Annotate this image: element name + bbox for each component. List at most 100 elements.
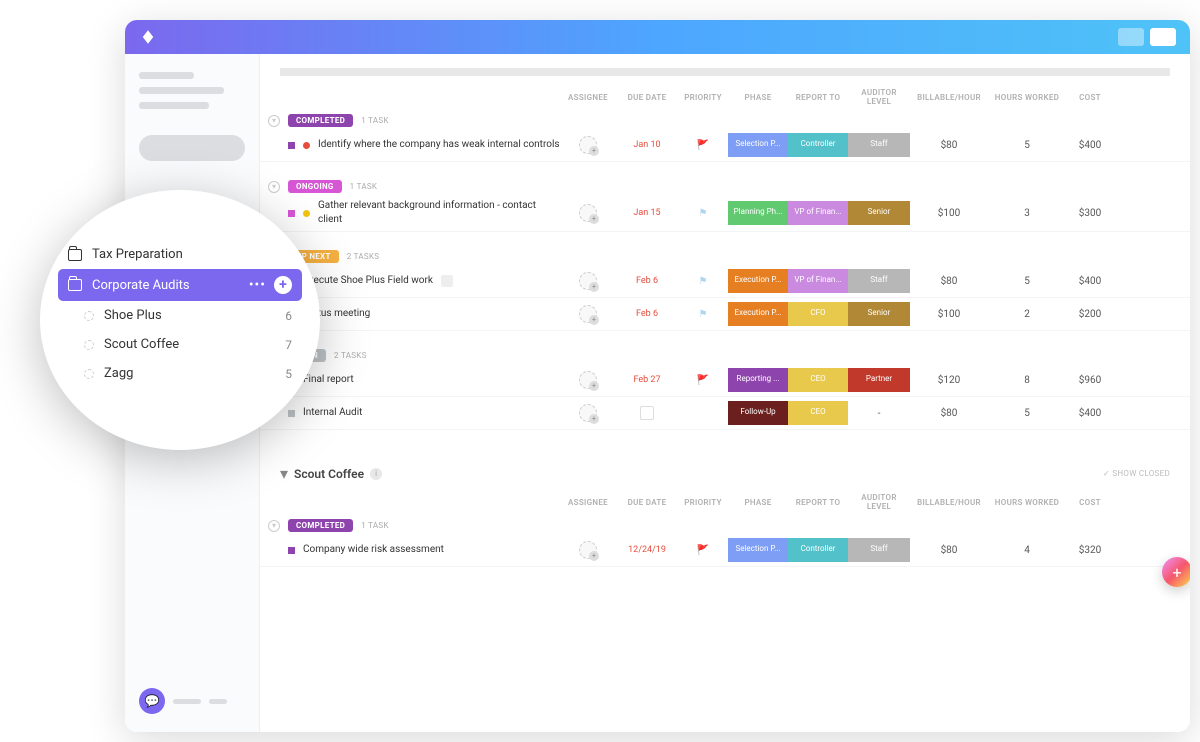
task-name: Identify where the company has weak inte… [318, 138, 560, 152]
sidebar-search-input[interactable] [139, 135, 245, 161]
task-row[interactable]: Company wide risk assessment 12/24/19 🚩 … [260, 534, 1190, 567]
nav-label: Scout Coffee [104, 337, 179, 352]
nav-label: Shoe Plus [104, 308, 162, 323]
hours-cell: 2 [988, 309, 1066, 320]
rate-cell: $80 [910, 408, 988, 419]
phase-tag[interactable]: Execution P... [728, 302, 788, 326]
auditor-tag[interactable]: Staff [848, 538, 910, 562]
assignee-cell[interactable] [560, 204, 616, 222]
due-date[interactable]: Feb 27 [616, 375, 678, 385]
auditor-tag[interactable]: Staff [848, 269, 910, 293]
list-nav-item[interactable]: Zagg5 [58, 359, 302, 388]
report-tag[interactable]: CEO [788, 368, 848, 392]
cost-cell: $320 [1066, 545, 1114, 556]
task-name: Execute Shoe Plus Field work [303, 274, 433, 288]
cost-cell: $200 [1066, 309, 1114, 320]
assignee-avatar-icon[interactable] [579, 136, 597, 154]
folder-nav-item[interactable]: Corporate Audits ••• + [58, 269, 302, 301]
auditor-tag[interactable]: Senior [848, 201, 910, 225]
task-row[interactable]: Identify where the company has weak inte… [260, 129, 1190, 162]
phase-tag[interactable]: Selection P... [728, 538, 788, 562]
auditor-tag[interactable]: Senior [848, 302, 910, 326]
report-tag[interactable]: VP of Finan... [788, 201, 848, 225]
rate-cell: $120 [910, 375, 988, 386]
nav-label: Corporate Audits [92, 278, 190, 293]
task-row[interactable]: Internal Audit Follow-Up CEO - $80 5 $40… [260, 397, 1190, 430]
cost-cell: $400 [1066, 140, 1114, 151]
priority-flag-icon[interactable]: ⚑ [678, 276, 728, 287]
priority-flag-icon[interactable]: 🚩 [678, 375, 728, 386]
cost-cell: $400 [1066, 276, 1114, 287]
sidebar-placeholder [139, 72, 194, 79]
create-fab-button[interactable]: + [1162, 557, 1190, 587]
task-row[interactable]: Execute Shoe Plus Field work Feb 6 ⚑ Exe… [260, 265, 1190, 298]
phase-tag[interactable]: Follow-Up [728, 401, 788, 425]
priority-flag-icon[interactable]: ⚑ [678, 309, 728, 320]
subtask-icon[interactable] [441, 275, 453, 287]
priority-flag-icon[interactable]: ⚑ [678, 208, 728, 219]
list-nav-item[interactable]: Scout Coffee 7 [58, 330, 302, 359]
assignee-avatar-icon[interactable] [579, 404, 597, 422]
auditor-tag[interactable]: Partner [848, 368, 910, 392]
assignee-cell[interactable] [560, 371, 616, 389]
assignee-cell[interactable] [560, 305, 616, 323]
hours-cell: 5 [988, 140, 1066, 151]
report-tag[interactable]: VP of Finan... [788, 269, 848, 293]
group-header[interactable]: ▾COMPLETED1 TASK [260, 112, 1190, 129]
report-tag[interactable]: CEO [788, 401, 848, 425]
folder-nav-item[interactable]: Tax Preparation [58, 240, 302, 269]
list-icon [84, 311, 94, 321]
assignee-avatar-icon[interactable] [579, 204, 597, 222]
assignee-avatar-icon[interactable] [579, 305, 597, 323]
group-header[interactable]: ▾UP NEXT2 TASKS [260, 248, 1190, 265]
rate-cell: $100 [910, 309, 988, 320]
assignee-avatar-icon[interactable] [579, 541, 597, 559]
phase-tag[interactable]: Reporting ... [728, 368, 788, 392]
item-count: 7 [285, 338, 292, 352]
add-icon[interactable]: + [274, 276, 292, 294]
priority-flag-icon[interactable]: 🚩 [678, 140, 728, 151]
list-nav-item[interactable]: Shoe Plus6 [58, 301, 302, 330]
more-icon[interactable]: ••• [249, 277, 266, 293]
due-date[interactable]: Jan 10 [616, 140, 678, 150]
phase-tag[interactable]: Planning Ph... [728, 201, 788, 225]
due-date[interactable]: Jan 15 [616, 208, 678, 218]
collapse-icon[interactable]: ▾ [268, 181, 280, 193]
assignee-avatar-icon[interactable] [579, 272, 597, 290]
group-header[interactable]: ▾COMPLETED1 TASK [260, 517, 1190, 534]
phase-tag[interactable]: Execution P... [728, 269, 788, 293]
assignee-cell[interactable] [560, 272, 616, 290]
assignee-cell[interactable] [560, 404, 616, 422]
priority-flag-icon[interactable]: 🚩 [678, 545, 728, 556]
window-max-button[interactable] [1150, 28, 1176, 46]
due-date[interactable]: 12/24/19 [616, 545, 678, 555]
task-row[interactable]: Final report Feb 27 🚩 Reporting ... CEO … [260, 364, 1190, 397]
due-date[interactable]: Feb 6 [616, 276, 678, 286]
app-logo-icon [139, 28, 157, 46]
report-tag[interactable]: Controller [788, 538, 848, 562]
due-date[interactable]: Feb 6 [616, 309, 678, 319]
section-header[interactable]: ▾ Scout Coffee i ✓ SHOW CLOSED [260, 446, 1190, 487]
task-row[interactable]: Status meeting Feb 6 ⚑ Execution P... CF… [260, 298, 1190, 331]
task-row[interactable]: Gather relevant background information -… [260, 195, 1190, 232]
status-square-icon [288, 410, 295, 417]
chat-placeholder [209, 699, 227, 704]
window-min-button[interactable] [1118, 28, 1144, 46]
assignee-cell[interactable] [560, 541, 616, 559]
collapse-icon[interactable]: ▾ [268, 520, 280, 532]
due-date[interactable] [616, 406, 678, 420]
phase-tag[interactable]: Selection P... [728, 133, 788, 157]
assignee-avatar-icon[interactable] [579, 371, 597, 389]
report-tag[interactable]: Controller [788, 133, 848, 157]
hours-cell: 4 [988, 545, 1066, 556]
chat-launcher[interactable]: 💬 [139, 688, 245, 714]
assignee-cell[interactable] [560, 136, 616, 154]
info-icon[interactable]: i [370, 468, 382, 480]
section-title: Scout Coffee [294, 467, 364, 481]
group-header[interactable]: ▾OPEN2 TASKS [260, 347, 1190, 364]
show-closed-toggle[interactable]: ✓ SHOW CLOSED [1103, 469, 1170, 478]
report-tag[interactable]: CFO [788, 302, 848, 326]
group-header[interactable]: ▾ONGOING1 TASK [260, 178, 1190, 195]
collapse-icon[interactable]: ▾ [268, 115, 280, 127]
auditor-tag[interactable]: Staff [848, 133, 910, 157]
